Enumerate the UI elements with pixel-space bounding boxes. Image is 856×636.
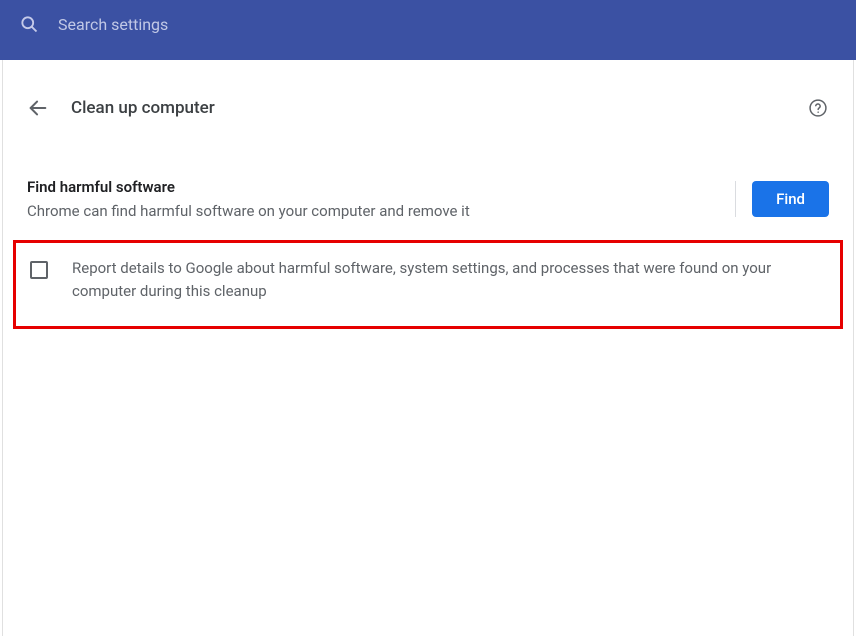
report-option-highlight: Report details to Google about harmful s… — [13, 240, 843, 329]
section-heading: Find harmful software — [27, 178, 719, 196]
settings-search-bar — [0, 0, 856, 48]
find-row: Find harmful software Chrome can find ha… — [27, 178, 829, 220]
section-description: Chrome can find harmful software on your… — [27, 202, 719, 220]
content-area: Clean up computer Find harmful software … — [2, 60, 854, 636]
header-accent-bar — [0, 48, 856, 60]
search-icon — [18, 13, 40, 35]
find-button[interactable]: Find — [752, 181, 829, 217]
find-text-block: Find harmful software Chrome can find ha… — [27, 178, 719, 220]
page-title: Clean up computer — [71, 98, 785, 118]
page-header: Clean up computer — [3, 86, 853, 130]
search-input[interactable] — [58, 15, 838, 34]
vertical-divider — [735, 181, 736, 217]
back-arrow-icon[interactable] — [27, 97, 49, 119]
report-checkbox[interactable] — [30, 261, 48, 279]
find-harmful-section: Find harmful software Chrome can find ha… — [3, 130, 853, 220]
help-icon[interactable] — [807, 97, 829, 119]
report-description: Report details to Google about harmful s… — [72, 257, 826, 304]
